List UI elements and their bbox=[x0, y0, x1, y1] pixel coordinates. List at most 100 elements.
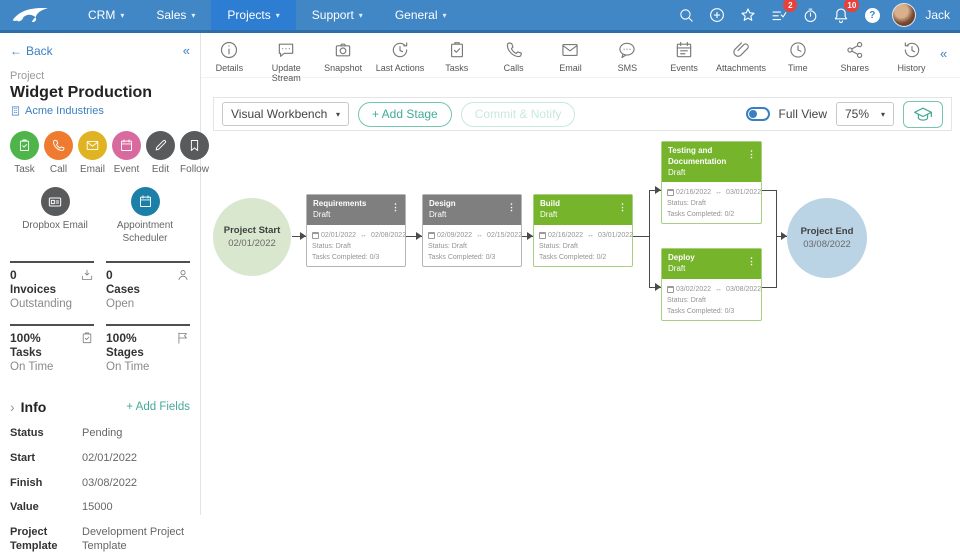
info-field-project-template: Project Template Development Project Tem… bbox=[10, 526, 185, 552]
action-email[interactable]: Email bbox=[78, 131, 107, 175]
calendar-icon bbox=[667, 189, 674, 197]
clock-icon bbox=[790, 42, 806, 58]
stage-menu-icon[interactable] bbox=[507, 202, 516, 213]
info-field-start: Start 02/01/2022 bbox=[10, 451, 138, 464]
top-navbar: CRM Sales Projects Support General 2 10 … bbox=[0, 0, 960, 33]
toolbar-details[interactable]: Details bbox=[201, 40, 258, 73]
date-range-arrow-icon bbox=[713, 286, 724, 293]
menu-crm[interactable]: CRM bbox=[72, 0, 140, 30]
add-stage-button[interactable]: + Add Stage bbox=[358, 101, 452, 127]
toolbar-calls[interactable]: Calls bbox=[485, 40, 542, 73]
toolbar-events[interactable]: Events bbox=[656, 40, 713, 73]
toolbar-last-actions[interactable]: Last Actions bbox=[372, 40, 429, 73]
calendar-icon bbox=[428, 231, 435, 239]
visual-workbench-canvas[interactable]: Project Start 02/01/2022 Requirements Dr… bbox=[200, 131, 960, 515]
date-range-arrow-icon bbox=[358, 232, 369, 239]
secondary-actions: Dropbox Email Appointment Scheduler bbox=[10, 187, 190, 245]
sidebar-collapse-icon[interactable] bbox=[183, 43, 190, 58]
connector-arrow-icon bbox=[300, 232, 306, 240]
account-link[interactable]: Acme Industries bbox=[10, 105, 190, 117]
zoom-selector[interactable]: 75% ▾ bbox=[836, 102, 894, 126]
stat-stages: 100% Stages On Time bbox=[106, 324, 190, 373]
stage-testing-and-documentation[interactable]: Testing and Documentation Draft 02/16/20… bbox=[661, 141, 762, 225]
toolbar-sms[interactable]: SMS bbox=[599, 40, 656, 73]
back-link[interactable]: Back bbox=[10, 44, 53, 58]
connector-arrow-icon bbox=[527, 232, 533, 240]
project-start-node[interactable]: Project Start 02/01/2022 bbox=[213, 198, 291, 276]
clipboard-check-icon bbox=[450, 42, 463, 58]
clipboard-check-icon bbox=[82, 332, 92, 344]
user-name[interactable]: Jack bbox=[925, 8, 950, 22]
menu-projects[interactable]: Projects bbox=[211, 0, 296, 30]
chat-icon bbox=[279, 43, 294, 57]
timer-icon[interactable] bbox=[799, 4, 821, 26]
action-edit[interactable]: Edit bbox=[146, 131, 175, 175]
stage-requirements[interactable]: Requirements Draft 02/01/202202/08/2022 … bbox=[306, 194, 406, 267]
brand-logo[interactable] bbox=[8, 0, 60, 30]
stage-build[interactable]: Build Draft 02/16/202203/01/2022 Status:… bbox=[533, 194, 633, 267]
stage-deploy[interactable]: Deploy Draft 03/02/202203/08/2022 Status… bbox=[661, 248, 762, 321]
paperclip-icon bbox=[733, 42, 749, 57]
help-icon[interactable]: ? bbox=[861, 4, 883, 26]
connector-arrow-icon bbox=[655, 186, 661, 194]
calendar-icon bbox=[312, 231, 319, 239]
record-sidebar: Back Project Widget Production Acme Indu… bbox=[0, 33, 209, 552]
favorites-star-icon[interactable] bbox=[737, 4, 759, 26]
action-task[interactable]: Task bbox=[10, 131, 39, 175]
toolbar-shares[interactable]: Shares bbox=[826, 40, 883, 73]
phone-icon bbox=[53, 139, 65, 151]
full-view-toggle[interactable] bbox=[745, 107, 770, 121]
stage-design[interactable]: Design Draft 02/09/202202/15/2022 Status… bbox=[422, 194, 522, 267]
toolbar-update-stream[interactable]: Update Stream bbox=[258, 40, 315, 83]
connector-line bbox=[762, 287, 776, 288]
view-selector[interactable]: Visual Workbench ▾ bbox=[222, 102, 349, 126]
info-field-status: Status Pending bbox=[10, 427, 123, 439]
record-type-label: Project bbox=[10, 70, 45, 82]
commit-notify-button[interactable]: Commit & Notify bbox=[460, 101, 576, 127]
notifications-bell-icon[interactable]: 10 bbox=[830, 0, 860, 26]
quick-actions: Task Call Email Event Edit Follow bbox=[10, 131, 209, 175]
menu-general[interactable]: General bbox=[379, 0, 463, 30]
action-dropbox-email[interactable]: Dropbox Email bbox=[10, 187, 100, 245]
toolbar-tasks[interactable]: Tasks bbox=[428, 40, 485, 73]
stage-menu-icon[interactable] bbox=[391, 202, 400, 213]
toolbar-history[interactable]: History bbox=[883, 40, 940, 73]
checklist-icon[interactable]: 2 bbox=[768, 0, 798, 26]
full-view-label: Full View bbox=[778, 107, 827, 121]
navbar-right: 2 10 ? Jack bbox=[675, 0, 960, 27]
project-end-node[interactable]: Project End 03/08/2022 bbox=[787, 198, 867, 278]
action-call[interactable]: Call bbox=[44, 131, 73, 175]
action-event[interactable]: Event bbox=[112, 131, 141, 175]
info-section-title[interactable]: Info bbox=[10, 399, 47, 415]
menu-support[interactable]: Support bbox=[296, 0, 379, 30]
info-field-finish: Finish 03/08/2022 bbox=[10, 476, 138, 489]
tutorial-button[interactable] bbox=[903, 100, 943, 128]
history-icon bbox=[904, 42, 919, 58]
add-fields-link[interactable]: + Add Fields bbox=[126, 401, 190, 413]
toolbar-email[interactable]: Email bbox=[542, 40, 599, 73]
toolbar-attachments[interactable]: Attachments bbox=[713, 40, 770, 73]
connector-arrow-icon bbox=[655, 283, 661, 291]
menu-sales[interactable]: Sales bbox=[140, 0, 211, 30]
sms-icon bbox=[619, 42, 635, 59]
toolbar-snapshot[interactable]: Snapshot bbox=[315, 40, 372, 73]
building-icon bbox=[11, 106, 20, 116]
quick-add-icon[interactable] bbox=[706, 4, 728, 26]
stage-menu-icon[interactable] bbox=[747, 256, 756, 267]
calendar-icon bbox=[539, 231, 546, 239]
stage-menu-icon[interactable] bbox=[747, 149, 756, 160]
user-avatar[interactable] bbox=[892, 3, 917, 27]
date-range-arrow-icon bbox=[713, 189, 724, 196]
toolbar-collapse-icon[interactable] bbox=[940, 40, 960, 61]
mail-card-icon bbox=[48, 197, 62, 206]
envelope-icon bbox=[86, 140, 99, 151]
dino-logo-icon bbox=[12, 8, 48, 23]
search-icon[interactable] bbox=[675, 4, 697, 26]
calendar-icon bbox=[139, 195, 151, 207]
invoice-tray-icon bbox=[81, 269, 93, 280]
camera-icon bbox=[335, 43, 351, 57]
record-title: Widget Production bbox=[10, 84, 153, 101]
toolbar-time[interactable]: Time bbox=[769, 40, 826, 73]
action-appointment-scheduler[interactable]: Appointment Scheduler bbox=[100, 187, 190, 245]
stage-menu-icon[interactable] bbox=[618, 202, 627, 213]
